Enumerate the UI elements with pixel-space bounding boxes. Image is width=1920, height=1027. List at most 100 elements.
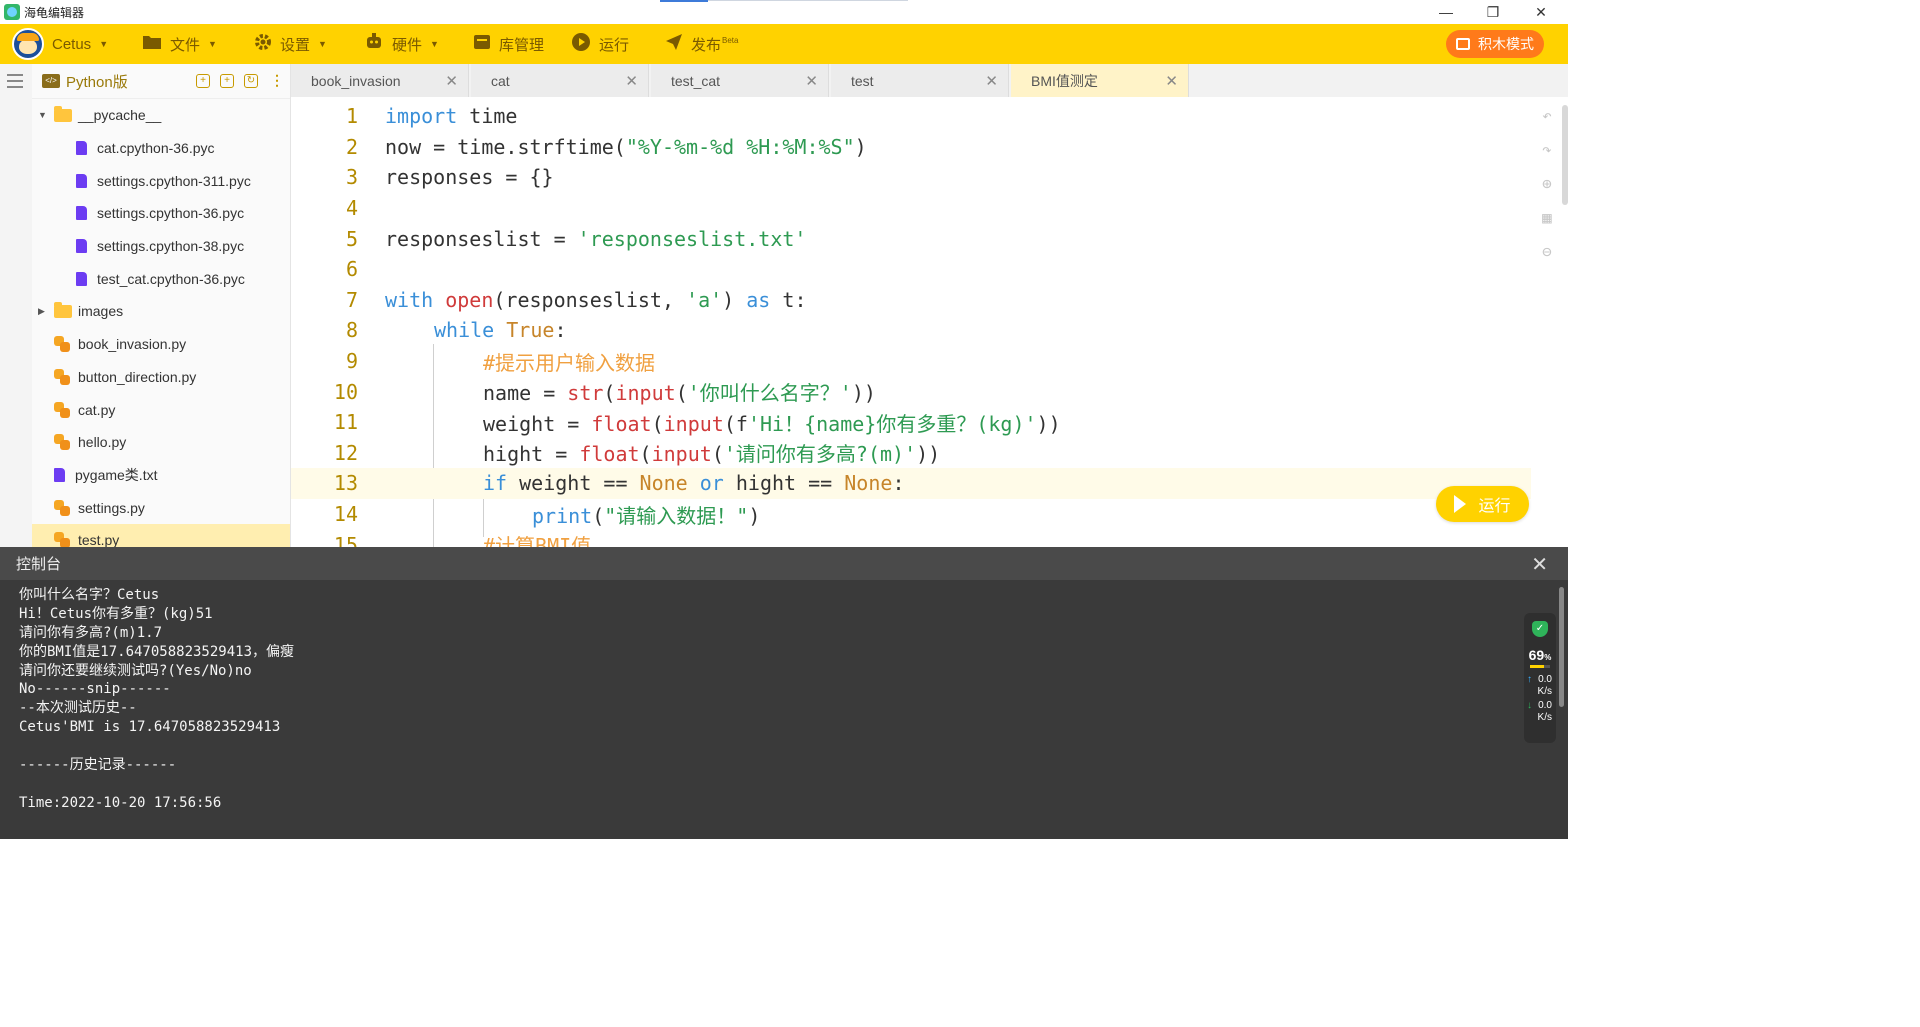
- tree-file[interactable]: settings.cpython-38.pyc: [32, 230, 290, 263]
- console-line: 你叫什么名字？Cetus: [19, 587, 160, 603]
- python-logo-icon: </>: [42, 74, 60, 88]
- code-line: 15 #计算BMI值: [333, 532, 592, 547]
- format-icon[interactable]: ▦: [1538, 209, 1556, 227]
- tree-file[interactable]: button_direction.py: [32, 361, 290, 394]
- shield-icon: ✓: [1532, 621, 1548, 637]
- editor-tab[interactable]: test_cat ✕: [651, 64, 829, 97]
- hardware-menu[interactable]: 硬件 ▼: [364, 24, 439, 64]
- close-tab-icon[interactable]: ✕: [805, 72, 818, 90]
- run-button-label: 运行: [1478, 498, 1511, 515]
- editor-scrollbar[interactable]: [1562, 105, 1568, 205]
- editor-tab[interactable]: cat ✕: [471, 64, 649, 97]
- user-menu[interactable]: Cetus ▼: [12, 24, 108, 64]
- tree-item-label: button_direction.py: [78, 368, 197, 385]
- minimize-button[interactable]: —: [1423, 0, 1469, 24]
- console-line: No------snip------: [19, 681, 171, 698]
- code-editor[interactable]: 1 import time 2 now = time.strftime("%Y-%m…: [291, 97, 1568, 547]
- tree-file[interactable]: settings.cpython-311.pyc: [32, 164, 290, 197]
- more-options-icon[interactable]: ⋮: [270, 72, 284, 89]
- tree-file[interactable]: cat.py: [32, 393, 290, 426]
- publish-button[interactable]: 发布 Beta: [665, 24, 738, 64]
- title-bar: 海龟编辑器 — ❐ ✕: [0, 0, 1568, 24]
- redo-icon[interactable]: ↷: [1538, 141, 1556, 159]
- python-file-icon: [54, 401, 70, 418]
- close-tab-icon[interactable]: ✕: [1165, 72, 1178, 90]
- tab-label: book_invasion: [311, 72, 401, 89]
- caret-right-icon: ▶: [38, 305, 45, 316]
- tree-file[interactable]: settings.py: [32, 491, 290, 524]
- tree-file[interactable]: pygame类.txt: [32, 459, 290, 492]
- tree-file[interactable]: book_invasion.py: [32, 328, 290, 361]
- tab-label: BMI值测定: [1031, 72, 1098, 89]
- tree-folder[interactable]: ▼ __pycache__: [32, 99, 290, 132]
- block-mode-button[interactable]: 积木模式: [1446, 30, 1544, 58]
- code-line: 9 #提示用户输入数据: [345, 349, 656, 375]
- explorer-title: Python版: [66, 73, 128, 91]
- main-toolbar: Cetus ▼ 文件 ▼ 设置 ▼ 硬件 ▼ 库管理 运行 发布 Beta 积木…: [0, 24, 1568, 64]
- python-file-icon: [54, 368, 70, 385]
- refresh-icon[interactable]: ↻: [244, 74, 258, 88]
- close-tab-icon[interactable]: ✕: [985, 72, 998, 90]
- console-line: --本次测试历史--: [19, 700, 137, 717]
- gear-icon: [254, 33, 272, 55]
- zoom-in-icon[interactable]: ⊕: [1538, 175, 1556, 193]
- current-code-line: 13 if weight == None or hight == None:: [291, 468, 1531, 499]
- upload-speed: ↑ 0.0 K/s: [1524, 674, 1556, 698]
- toolbar-run-button[interactable]: 运行: [571, 24, 629, 64]
- zoom-out-icon[interactable]: ⊖: [1538, 243, 1556, 261]
- download-arrow-icon: ↓: [1527, 700, 1532, 711]
- tree-file[interactable]: test.py: [32, 523, 290, 547]
- editor-tab[interactable]: book_invasion ✕: [291, 64, 469, 97]
- console-scrollbar[interactable]: [1559, 587, 1564, 707]
- new-folder-icon[interactable]: +: [220, 74, 234, 88]
- system-monitor-widget: ✓ 69% ↑ 0.0 K/s ↓ 0.0 K/s: [1524, 613, 1556, 743]
- tree-item-label: test.py: [78, 532, 120, 547]
- tree-item-label: settings.cpython-36.pyc: [97, 205, 245, 222]
- tree-file[interactable]: test_cat.cpython-36.pyc: [32, 262, 290, 295]
- tree-item-label: cat.cpython-36.pyc: [97, 140, 215, 157]
- tree-item-label: book_invasion.py: [78, 336, 187, 353]
- tree-file[interactable]: cat.cpython-36.pyc: [32, 132, 290, 165]
- tab-label: test: [851, 72, 874, 89]
- run-button[interactable]: 运行: [1436, 486, 1529, 522]
- robot-icon: [364, 33, 384, 55]
- editor-tab[interactable]: test ✕: [831, 64, 1009, 97]
- library-manager-button[interactable]: 库管理: [473, 24, 544, 64]
- folder-icon: [142, 34, 162, 54]
- python-file-icon: [54, 499, 70, 516]
- tree-item-label: settings.cpython-38.pyc: [97, 238, 245, 255]
- console-line: 请问你还要继续测试吗?(Yes/No)no: [19, 662, 252, 679]
- tree-folder[interactable]: ▶ images: [32, 295, 290, 328]
- chevron-down-icon: ▼: [208, 39, 217, 49]
- code-line: 12 hight = float(input('请问你有多高?(m)')): [333, 440, 941, 467]
- play-icon: [1454, 495, 1467, 513]
- play-circle-icon: [571, 32, 591, 56]
- editor-side-tools: ↶ ↷ ⊕ ▦ ⊖: [1538, 107, 1558, 277]
- close-window-button[interactable]: ✕: [1518, 0, 1564, 24]
- tree-file[interactable]: settings.cpython-36.pyc: [32, 197, 290, 230]
- tree-file[interactable]: hello.py: [32, 426, 290, 459]
- tree-item-label: cat.py: [78, 401, 116, 418]
- menu-icon[interactable]: [7, 74, 23, 88]
- editor-tab[interactable]: BMI值测定 ✕: [1011, 64, 1189, 97]
- chevron-down-icon: ▼: [318, 39, 327, 49]
- toolbar-run-label: 运行: [599, 36, 630, 54]
- code-line: 1 import time: [345, 104, 518, 129]
- undo-icon[interactable]: ↶: [1538, 107, 1556, 125]
- tree-item-label: __pycache__: [78, 107, 162, 124]
- settings-menu[interactable]: 设置 ▼: [254, 24, 327, 64]
- close-tab-icon[interactable]: ✕: [445, 72, 458, 90]
- tree-item-label: pygame类.txt: [75, 466, 158, 483]
- console-line: Time:2022-10-20 17:56:56: [19, 794, 222, 811]
- new-file-icon[interactable]: +: [196, 74, 210, 88]
- blocks-icon: [1456, 38, 1470, 50]
- close-tab-icon[interactable]: ✕: [625, 72, 638, 90]
- code-line: 8 while True:: [345, 318, 567, 343]
- avatar: [12, 28, 44, 60]
- maximize-button[interactable]: ❐: [1470, 0, 1516, 24]
- upload-arrow-icon: ↑: [1527, 674, 1532, 685]
- close-console-icon[interactable]: ✕: [1531, 552, 1548, 577]
- file-menu[interactable]: 文件 ▼: [142, 24, 217, 64]
